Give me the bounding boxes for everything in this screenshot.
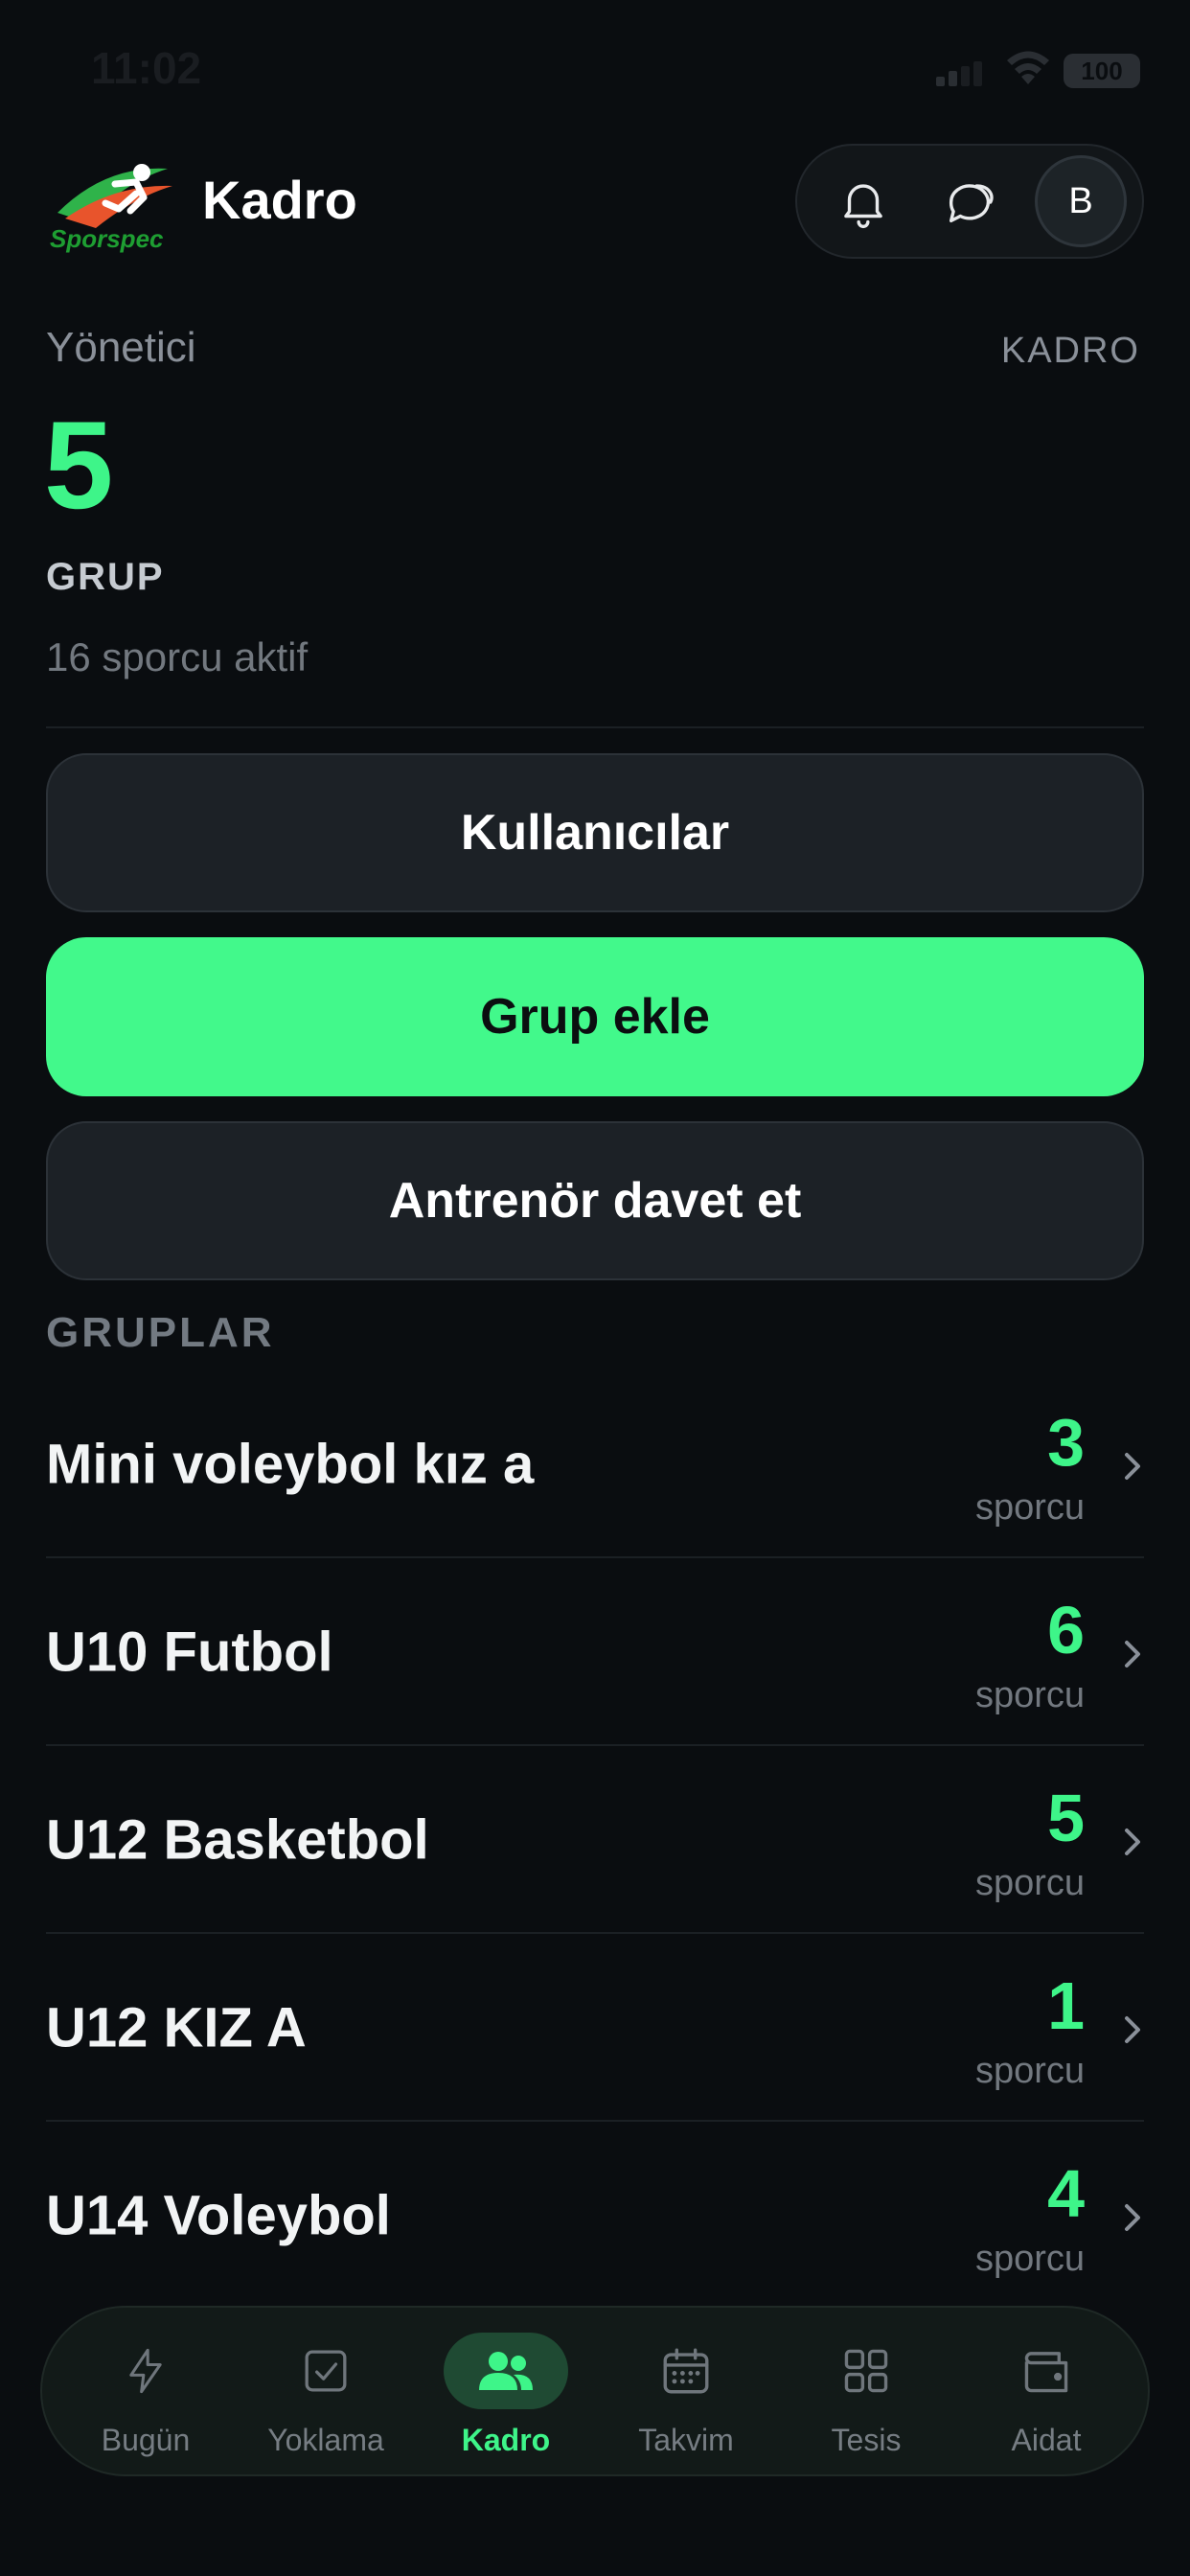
status-bar: 11:02 100 — [0, 0, 1190, 134]
avatar[interactable]: B — [1035, 155, 1127, 247]
checkbox-icon — [305, 2350, 347, 2392]
group-row[interactable]: U12 Basketbol 5 sporcu — [46, 1746, 1144, 1934]
users-button[interactable]: Kullanıcılar — [46, 753, 1144, 912]
wifi-icon — [1007, 51, 1049, 84]
group-row[interactable]: U14 Voleybol 4 sporcu — [46, 2122, 1144, 2310]
nav-label: Aidat — [1011, 2423, 1082, 2457]
athlete-count: 4 — [1047, 2156, 1085, 2231]
athlete-unit: sporcu — [974, 2239, 1085, 2279]
nav-label: Yoklama — [267, 2423, 384, 2457]
app-header: Sporspec Kadro B — [0, 144, 1190, 268]
athlete-count: 1 — [1047, 1968, 1085, 2043]
nav-icon-wrap — [263, 2333, 388, 2409]
nav-icon-wrap — [984, 2333, 1109, 2409]
nav-icon-wrap — [624, 2333, 748, 2409]
group-row[interactable]: U10 Futbol 6 sporcu — [46, 1558, 1144, 1746]
chevron-right-icon — [1125, 1453, 1140, 1480]
page-title: Kadro — [202, 170, 357, 230]
calendar-icon — [663, 2348, 709, 2394]
nav-label: Bugün — [101, 2423, 191, 2457]
athlete-count: 5 — [1047, 1781, 1085, 1855]
user-role: Yönetici — [46, 324, 196, 371]
bottom-nav: Bugün Yoklama Kadro Takvim Tesis Aidat — [40, 2306, 1150, 2476]
nav-item-bugun[interactable]: Bugün — [59, 2308, 232, 2478]
group-name: Mini voleybol kız a — [46, 1433, 535, 1496]
athlete-count: 3 — [1047, 1405, 1085, 1480]
athlete-unit: sporcu — [974, 1675, 1085, 1715]
nav-item-kadro[interactable]: Kadro — [420, 2308, 592, 2478]
chevron-right-icon — [1125, 2016, 1140, 2043]
group-count: 5 — [44, 395, 114, 535]
battery-icon: 100 — [1064, 54, 1140, 88]
athlete-unit: sporcu — [974, 1863, 1085, 1903]
athlete-unit: sporcu — [974, 2051, 1085, 2091]
sporspec-logo: Sporspec — [48, 155, 182, 253]
group-row[interactable]: U12 KIZ A 1 sporcu — [46, 1934, 1144, 2122]
nav-icon-wrap — [83, 2333, 208, 2409]
invite-coach-button[interactable]: Antrenör davet et — [46, 1121, 1144, 1280]
status-time: 11:02 — [91, 43, 202, 93]
avatar-letter: B — [1068, 180, 1093, 221]
active-athletes-text: 16 sporcu aktif — [46, 634, 309, 679]
divider — [46, 726, 1144, 728]
nav-label: Tesis — [831, 2423, 902, 2457]
lightning-icon — [129, 2348, 162, 2394]
chat-icon[interactable] — [941, 174, 998, 230]
groups-section-title: GRUPLAR — [46, 1309, 275, 1356]
athlete-count: 6 — [1047, 1593, 1085, 1668]
add-group-button[interactable]: Grup ekle — [46, 937, 1144, 1096]
group-name: U14 Voleybol — [46, 2184, 391, 2247]
nav-item-takvim[interactable]: Takvim — [600, 2308, 772, 2478]
logo-text: Sporspec — [50, 224, 164, 253]
nav-item-aidat[interactable]: Aidat — [960, 2308, 1133, 2478]
chevron-right-icon — [1125, 2204, 1140, 2231]
group-row[interactable]: Mini voleybol kız a 3 sporcu — [46, 1370, 1144, 1558]
grid-icon — [844, 2349, 888, 2393]
nav-icon-wrap — [444, 2333, 568, 2409]
chevron-right-icon — [1125, 1828, 1140, 1855]
chevron-right-icon — [1125, 1641, 1140, 1668]
nav-item-tesis[interactable]: Tesis — [780, 2308, 952, 2478]
section-tag: KADRO — [1000, 331, 1140, 371]
group-count-label: GRUP — [46, 556, 165, 598]
nav-label: Takvim — [638, 2423, 734, 2457]
cellular-signal-icon — [936, 61, 982, 86]
users-icon — [479, 2352, 533, 2390]
group-name: U12 Basketbol — [46, 1808, 429, 1872]
bell-icon[interactable] — [835, 174, 891, 230]
group-name: U10 Futbol — [46, 1621, 333, 1684]
nav-icon-wrap — [804, 2333, 928, 2409]
battery-level: 100 — [1081, 56, 1123, 85]
wallet-icon — [1024, 2352, 1068, 2393]
nav-label: Kadro — [461, 2423, 551, 2457]
group-name: U12 KIZ A — [46, 1996, 307, 2059]
athlete-unit: sporcu — [974, 1487, 1085, 1528]
nav-item-yoklama[interactable]: Yoklama — [240, 2308, 412, 2478]
header-actions: B — [795, 144, 1144, 259]
runner-logo-icon — [57, 164, 172, 228]
